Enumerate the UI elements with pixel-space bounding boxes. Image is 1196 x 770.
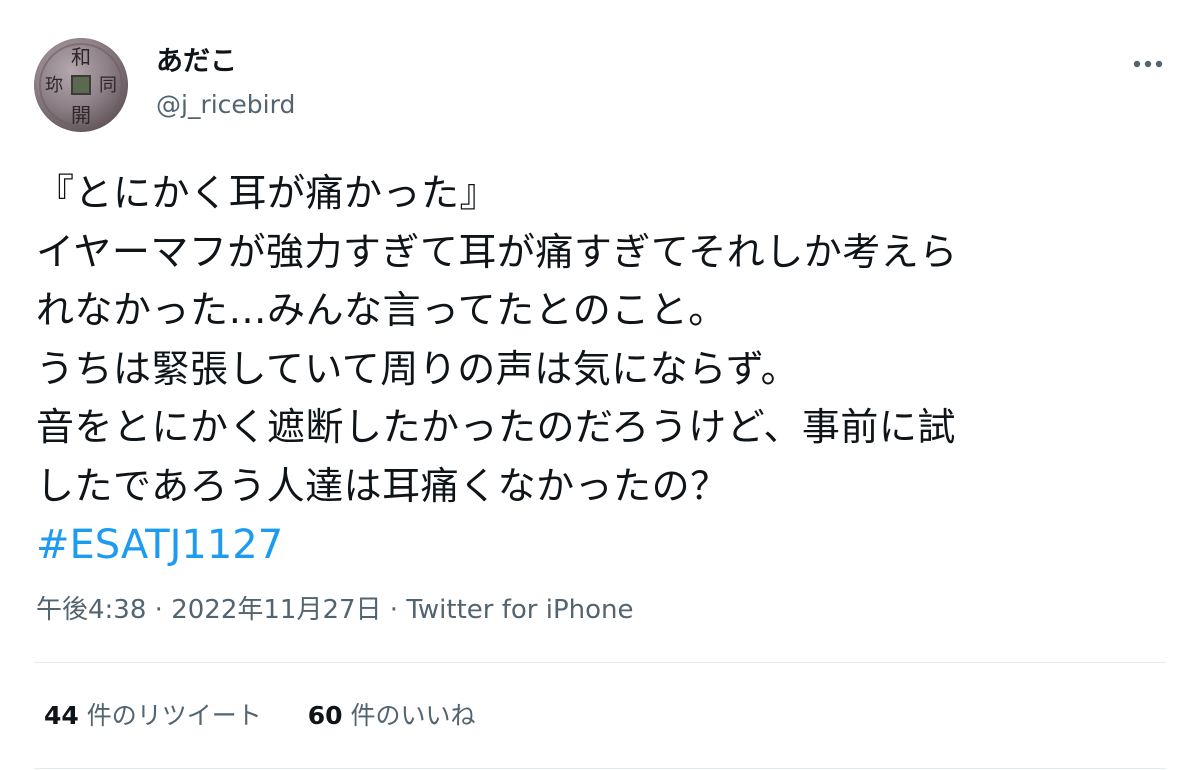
meta-separator: · [389,595,399,625]
tweet-line: うちは緊張していて周りの声は気にならず。 [36,346,800,391]
more-horizontal-icon [1133,60,1163,68]
tweet-metadata: 午後4:38 · 2022年11月27日 · Twitter for iPhon… [36,590,634,630]
likes-label: 件のいいね [350,701,476,730]
likes-stat[interactable]: 60 件のいいね [308,696,476,736]
avatar-glyph-left: 珎 [45,75,63,96]
avatar-glyph-top: 和 [71,45,91,69]
tweet-source[interactable]: Twitter for iPhone [406,595,633,625]
hashtag-link[interactable]: #ESATJ1127 [36,516,1166,574]
user-handle[interactable]: @j_ricebird [156,88,295,122]
tweet-text: 『とにかく耳が痛かった』 イヤーマフが強力すぎて耳が痛すぎてそれしか考えら れな… [36,164,1166,574]
retweets-stat[interactable]: 44 件のリツイート [44,696,262,736]
tweet-line: イヤーマフが強力すぎて耳が痛すぎてそれしか考えら [36,229,958,274]
avatar-glyph-bottom: 開 [71,103,91,127]
tweet-date[interactable]: 2022年11月27日 [171,595,381,625]
display-name[interactable]: あだこ [156,44,237,80]
retweets-count: 44 [44,701,79,730]
tweet-time[interactable]: 午後4:38 [36,595,146,625]
tweet-line: 音をとにかく遮断したかったのだろうけど、事前に試 [36,405,956,450]
tweet-line: れなかった…みんな言ってたとのこと。 [36,288,727,333]
tweet-stats: 44 件のリツイート 60 件のいいね [44,696,513,736]
divider [34,662,1166,663]
tweet-line: 『とにかく耳が痛かった』 [36,171,499,215]
more-options-button[interactable] [1124,48,1172,80]
coin-avatar-image: 和 同 開 珎 [34,38,128,132]
divider [34,768,1166,769]
tweet-line: したであろう人達は耳痛くなかったの？ [36,463,729,508]
avatar[interactable]: 和 同 開 珎 [34,38,128,132]
meta-separator: · [154,595,163,625]
likes-count: 60 [307,701,343,730]
retweets-label: 件のリツイート [86,701,262,730]
tweet-card: 和 同 開 珎 あだこ @j_ricebird 『とにかく耳が痛かった』 イヤー… [0,0,1196,770]
avatar-glyph-right: 同 [99,75,117,96]
